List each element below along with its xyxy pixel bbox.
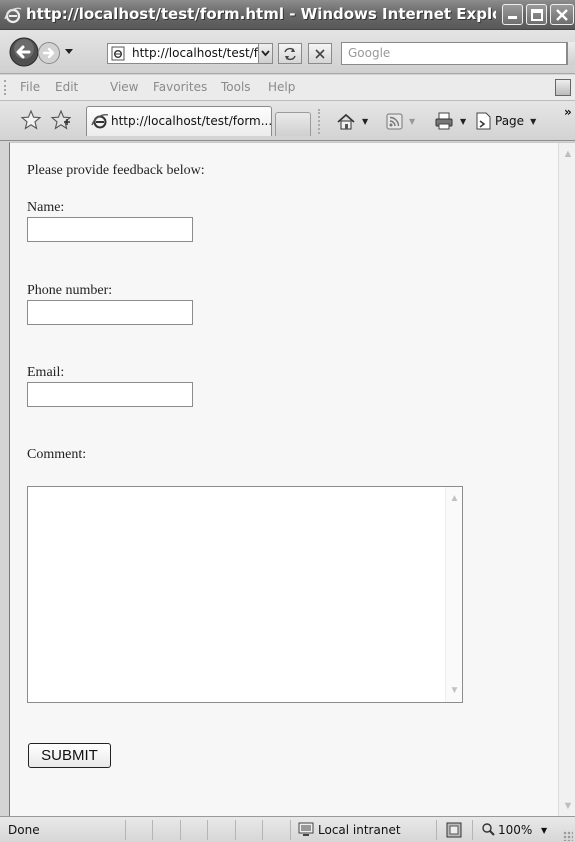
refresh-icon [284,47,296,60]
page-scroll-down-icon[interactable]: ▼ [561,799,575,813]
feeds-dropdown-icon[interactable]: ▼ [409,117,415,126]
menu-view[interactable]: View [110,80,138,94]
status-divider [152,820,153,840]
zoom-dropdown-icon[interactable]: ▼ [541,826,547,835]
intranet-zone-icon [298,822,314,836]
title-bar: http://localhost/test/form.html - Window… [0,0,575,30]
status-text: Done [8,823,40,837]
address-dropdown-button[interactable] [258,44,272,63]
address-text: http://localhost/test/f [132,46,258,60]
phone-label: Phone number: [27,283,113,298]
refresh-button[interactable] [278,43,302,64]
email-input[interactable] [27,382,193,407]
page-menu-button[interactable]: Page ▼ [475,111,536,131]
feeds-button[interactable]: ▼ [386,111,415,131]
scroll-down-icon[interactable]: ▼ [448,684,461,697]
page-scroll-up-icon[interactable]: ▲ [561,147,575,161]
toolbar-separator [318,109,320,134]
security-zone-text[interactable]: Local intranet [318,823,401,837]
chevron-down-icon [261,50,270,57]
home-dropdown-icon[interactable]: ▼ [362,117,368,126]
status-divider [235,820,236,840]
tab-label: http://localhost/test/form.... [111,114,272,128]
status-divider [180,820,181,840]
minimize-button[interactable] [502,4,523,25]
printer-icon [435,112,453,130]
menu-favorites[interactable]: Favorites [153,80,207,94]
zoom-level[interactable]: 100% [498,823,532,837]
status-divider [262,820,263,840]
menu-grip [4,80,6,95]
ie-logo-icon [4,7,22,24]
toolbar-options-icon[interactable] [555,79,571,96]
status-divider [125,820,126,840]
add-favorites-icon[interactable] [50,110,72,130]
menu-bar: File Edit View Favorites Tools Help [0,75,575,101]
back-button[interactable] [8,36,40,68]
comment-label: Comment: [27,447,87,462]
tab-bar: http://localhost/test/form.... ▼ ▼ ▼ Pag… [0,101,575,141]
phone-input[interactable] [27,300,193,325]
comment-scrollbar[interactable]: ▲ ▼ [445,487,462,702]
address-field[interactable]: http://localhost/test/f [107,43,273,64]
page-menu-label: Page [495,114,525,128]
maximize-button[interactable] [526,4,547,25]
email-label: Email: [27,365,65,380]
name-input[interactable] [27,217,193,242]
more-commands-chevron[interactable]: » [564,105,572,119]
favorites-star-icon[interactable] [20,110,42,130]
minimize-icon [508,16,517,19]
status-bar: Done Local intranet 100% ▼ [0,816,575,842]
close-button[interactable] [550,4,574,25]
status-divider [290,820,291,840]
status-divider [436,820,437,840]
window-title: http://localhost/test/form.html - Window… [26,5,496,23]
address-toolbar: http://localhost/test/f Google [0,30,575,74]
page-scrollbar[interactable]: ▲ ▼ [558,143,575,816]
search-button[interactable] [567,42,575,65]
home-button[interactable]: ▼ [336,111,368,131]
ie-page-icon [91,114,109,129]
page-dropdown-icon[interactable]: ▼ [530,117,536,126]
tab-form[interactable]: http://localhost/test/form.... [86,106,272,136]
page-content: Please provide feedback below: Name: Pho… [9,142,575,816]
status-divider [472,820,473,840]
print-dropdown-icon[interactable]: ▼ [460,117,466,126]
intro-text: Please provide feedback below: [27,163,205,178]
forward-button[interactable] [37,41,61,65]
page-menu-icon [476,112,491,130]
search-input[interactable]: Google [341,42,567,65]
home-icon [337,113,355,129]
rss-feed-icon [386,113,403,129]
menu-help[interactable]: Help [268,80,295,94]
submit-button[interactable]: SUBMIT [28,743,111,768]
maximize-icon [530,8,543,21]
resize-grip[interactable] [563,831,573,841]
new-tab-button[interactable] [275,112,311,136]
zoom-magnifier-icon[interactable] [481,822,496,837]
menu-file[interactable]: File [20,80,40,94]
stop-button[interactable] [308,43,332,64]
status-divider [207,820,208,840]
protected-mode-icon[interactable] [446,822,462,838]
stop-icon [315,48,325,59]
close-icon [556,8,568,21]
menu-tools[interactable]: Tools [221,80,251,94]
page-icon [111,46,125,61]
print-button[interactable]: ▼ [434,111,466,131]
name-label: Name: [27,200,65,215]
comment-textarea[interactable]: ▲ ▼ [27,486,463,703]
menu-edit[interactable]: Edit [55,80,78,94]
history-dropdown-icon[interactable] [64,48,74,56]
scroll-up-icon[interactable]: ▲ [448,492,461,505]
